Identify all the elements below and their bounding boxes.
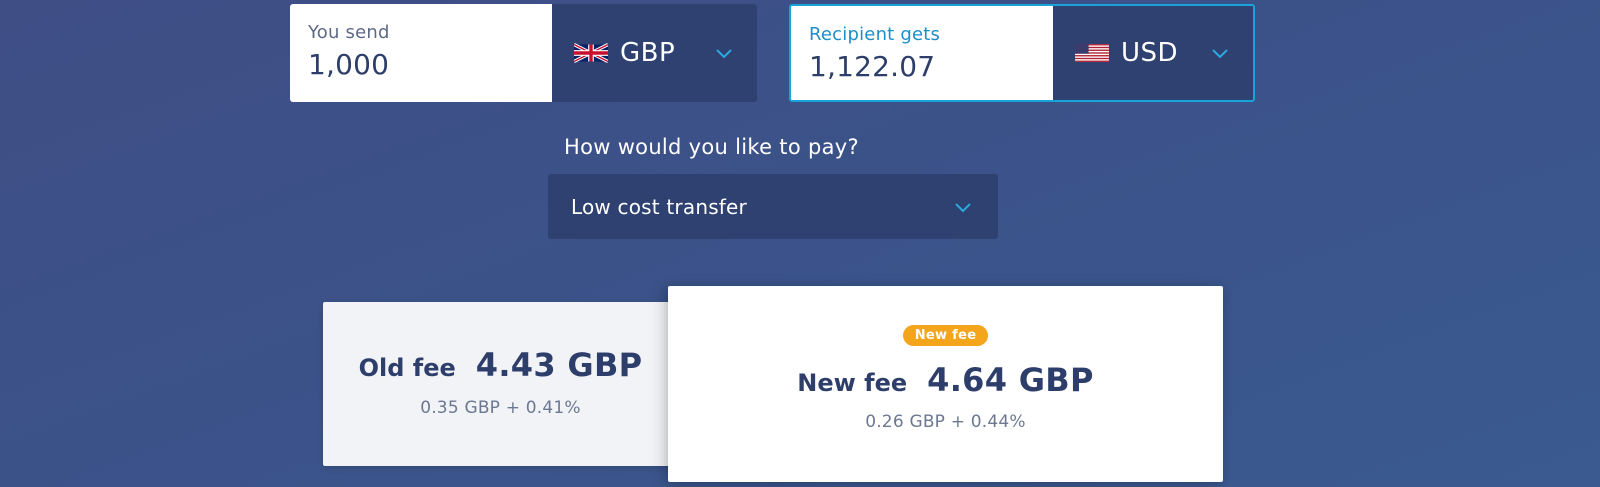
old-fee-amount: 4.43 GBP <box>475 346 643 384</box>
old-fee-title: Old fee <box>358 354 456 382</box>
payment-method-label: How would you like to pay? <box>564 135 859 159</box>
new-fee-badge: New fee <box>902 325 989 346</box>
us-flag-icon <box>1075 44 1109 62</box>
payment-method-select[interactable]: Low cost transfer <box>548 174 998 239</box>
uk-flag-icon <box>574 42 608 64</box>
payment-method-value: Low cost transfer <box>571 194 747 219</box>
new-fee-title: New fee <box>797 369 908 397</box>
chevron-down-icon[interactable] <box>954 201 972 213</box>
send-currency-select[interactable]: GBP <box>552 4 757 102</box>
chevron-down-icon[interactable] <box>1211 47 1229 59</box>
new-fee-breakdown: 0.26 GBP + 0.44% <box>865 412 1026 432</box>
receive-currency-code: USD <box>1121 38 1179 68</box>
send-currency-code: GBP <box>620 38 676 68</box>
receive-amount-group: Recipient gets USD <box>789 4 1255 102</box>
old-fee-line: Old fee 4.43 GBP <box>323 346 678 384</box>
send-amount-label: You send <box>308 22 390 43</box>
receive-currency-select[interactable]: USD <box>1053 6 1253 100</box>
send-amount-input[interactable] <box>308 48 534 81</box>
chevron-down-icon[interactable] <box>715 47 733 59</box>
old-fee-card: Old fee 4.43 GBP 0.35 GBP + 0.41% <box>323 302 678 466</box>
receive-amount-field[interactable]: Recipient gets <box>791 6 1053 100</box>
new-fee-amount: 4.64 GBP <box>927 361 1094 399</box>
old-fee-breakdown: 0.35 GBP + 0.41% <box>420 398 581 418</box>
receive-amount-input[interactable] <box>809 50 1035 83</box>
new-fee-card: New fee New fee 4.64 GBP 0.26 GBP + 0.44… <box>668 286 1223 482</box>
receive-amount-label: Recipient gets <box>809 24 941 45</box>
new-fee-line: New fee 4.64 GBP <box>668 361 1223 399</box>
send-amount-field[interactable]: You send <box>290 4 552 102</box>
send-amount-group: You send GBP <box>290 4 757 102</box>
